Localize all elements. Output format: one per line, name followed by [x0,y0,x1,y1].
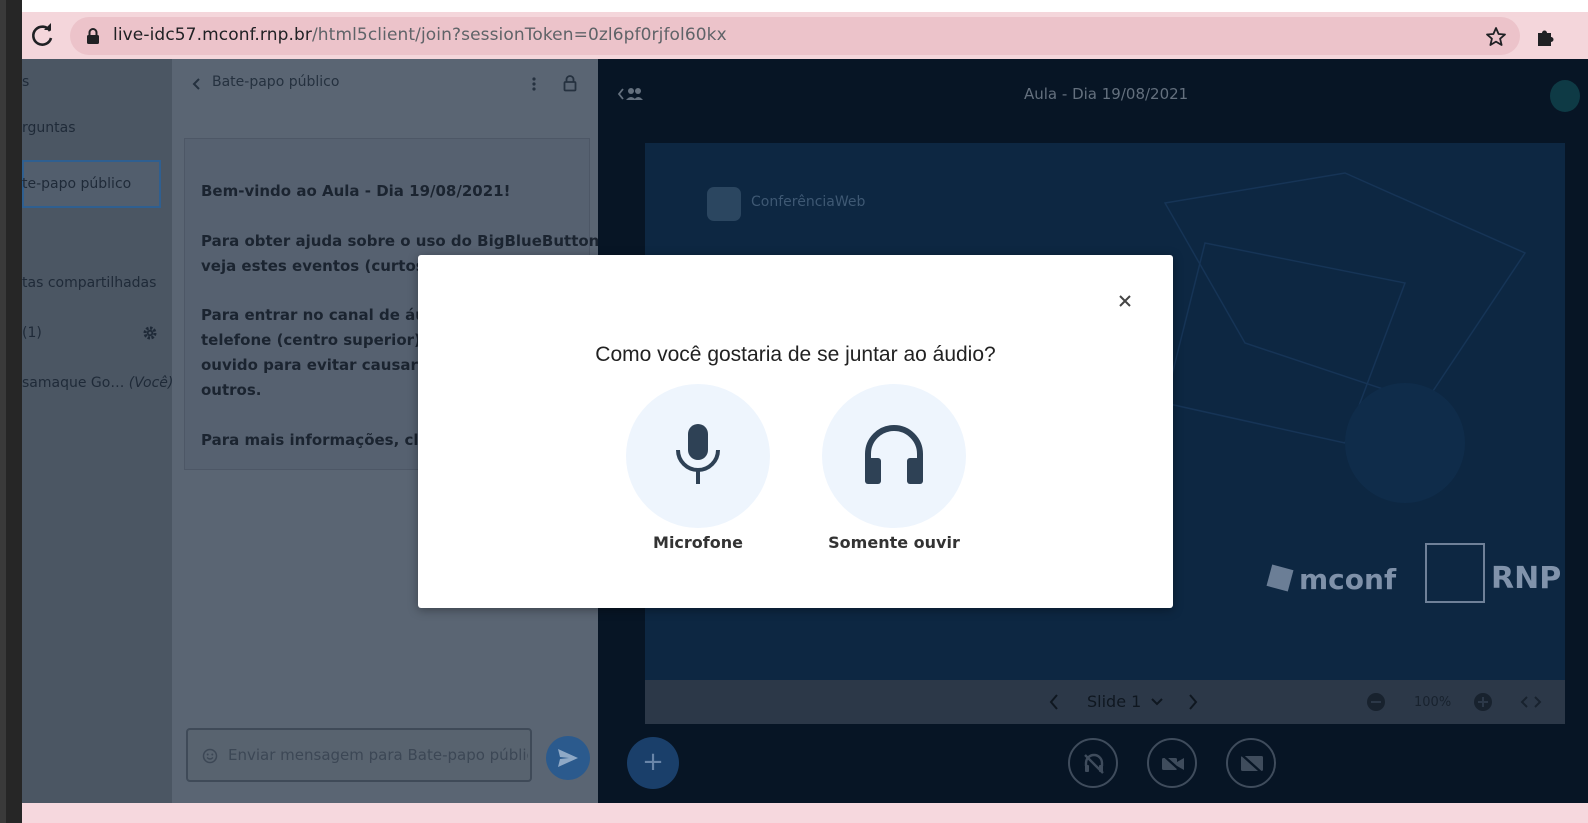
chat-title[interactable]: Bate-papo público [212,74,339,90]
gear-icon[interactable] [142,325,158,341]
listen-only-option-label[interactable]: Somente ouvir [794,533,994,552]
microphone-option-button[interactable] [626,384,770,528]
presentation-title: Aula - Dia 19/08/2021 [1024,85,1189,103]
reload-icon[interactable] [26,20,58,52]
send-icon [558,749,578,767]
url-path: /html5client/join?sessionToken=0zl6pf0rj… [311,25,727,45]
microphone-icon [676,424,720,484]
lock-icon[interactable] [86,27,100,45]
url-host: live-idc57.mconf.rnp.br [113,25,312,45]
user-list-item[interactable]: samaque Go… (Você) [22,375,173,391]
window-left-edge [0,0,22,823]
more-options-icon[interactable] [530,76,538,92]
sidebar-users-count: (1) [22,325,42,341]
join-audio-button[interactable] [1068,738,1118,788]
listen-only-option-button[interactable] [822,384,966,528]
send-message-button[interactable] [546,736,590,780]
zoom-out-icon[interactable] [1366,692,1386,712]
chevron-left-icon[interactable] [192,77,202,91]
browser-tab-strip [22,0,1588,12]
zoom-in-icon[interactable] [1473,692,1493,712]
audio-join-modal [418,255,1173,608]
screenshare-off-icon [1241,754,1263,774]
next-slide-icon[interactable] [1187,693,1199,711]
microphone-option-label[interactable]: Microfone [598,533,798,552]
share-screen-button[interactable] [1226,738,1276,788]
rnp-logo-icon [1425,543,1485,603]
extensions-puzzle-icon[interactable] [1534,25,1558,49]
sidebar-item-questions[interactable]: rguntas [22,120,76,136]
slide-brand-mconf: mconf [1299,563,1397,596]
toggle-users-icon[interactable] [617,86,645,102]
chat-message-line: Para obter ajuda sobre o uso do BigBlueB… [201,232,606,250]
chat-message-line: veja estes eventos (curtos) vi [201,257,452,275]
user-name: samaque Go… [22,375,125,391]
user-you-tag: (Você) [128,375,174,391]
emoji-icon[interactable] [202,748,218,764]
slide-brand-rnp: RNP [1491,561,1562,596]
slide-selector[interactable]: Slide 1 [1087,692,1141,711]
close-icon[interactable] [1114,290,1136,312]
share-webcam-button[interactable] [1147,738,1197,788]
sidebar-section-messages: s [22,74,30,90]
chat-message-text: veja estes eventos (curtos) vi [201,257,452,275]
chat-message-line: Para mais informações, cliqu [201,431,445,449]
conferenciaweb-logo-icon [707,187,741,221]
chat-message-line: Bem-vindo ao Aula - Dia 19/08/2021! [201,182,511,200]
sidebar-item-shared-notes[interactable]: tas compartilhadas [22,275,156,291]
actions-plus-button[interactable]: + [627,737,679,789]
chat-message-line: telefone (centro superior). U [201,331,444,349]
webcam-off-icon [1162,754,1184,774]
chat-message-line: Para entrar no canal de áudio [201,306,453,324]
chat-message-text: Para mais informações, cliqu [201,431,446,449]
chat-input-placeholder: Enviar mensagem para Bate-papo público [228,746,528,764]
fit-to-width-icon[interactable] [1520,694,1542,710]
previous-slide-icon[interactable] [1048,693,1060,711]
audio-off-icon [1084,753,1104,774]
taskbar-strip [22,803,1588,823]
headphones-icon [865,425,923,484]
modal-title: Como você gostaria de se juntar ao áudio… [595,343,996,366]
slide-logo-text: ConferênciaWeb [751,194,866,210]
recording-indicator[interactable] [1550,80,1580,112]
url-text[interactable]: live-idc57.mconf.rnp.br/html5client/join… [113,25,727,45]
chat-lock-icon[interactable] [563,74,577,92]
bookmark-star-icon[interactable] [1484,25,1508,49]
zoom-level: 100% [1414,695,1452,710]
sidebar-item-public-chat-label: te-papo público [22,176,132,192]
chat-message-line: ouvido para evitar causar ru [201,356,442,374]
chat-message-line: outros. [201,381,262,399]
chevron-down-icon[interactable] [1150,696,1164,708]
